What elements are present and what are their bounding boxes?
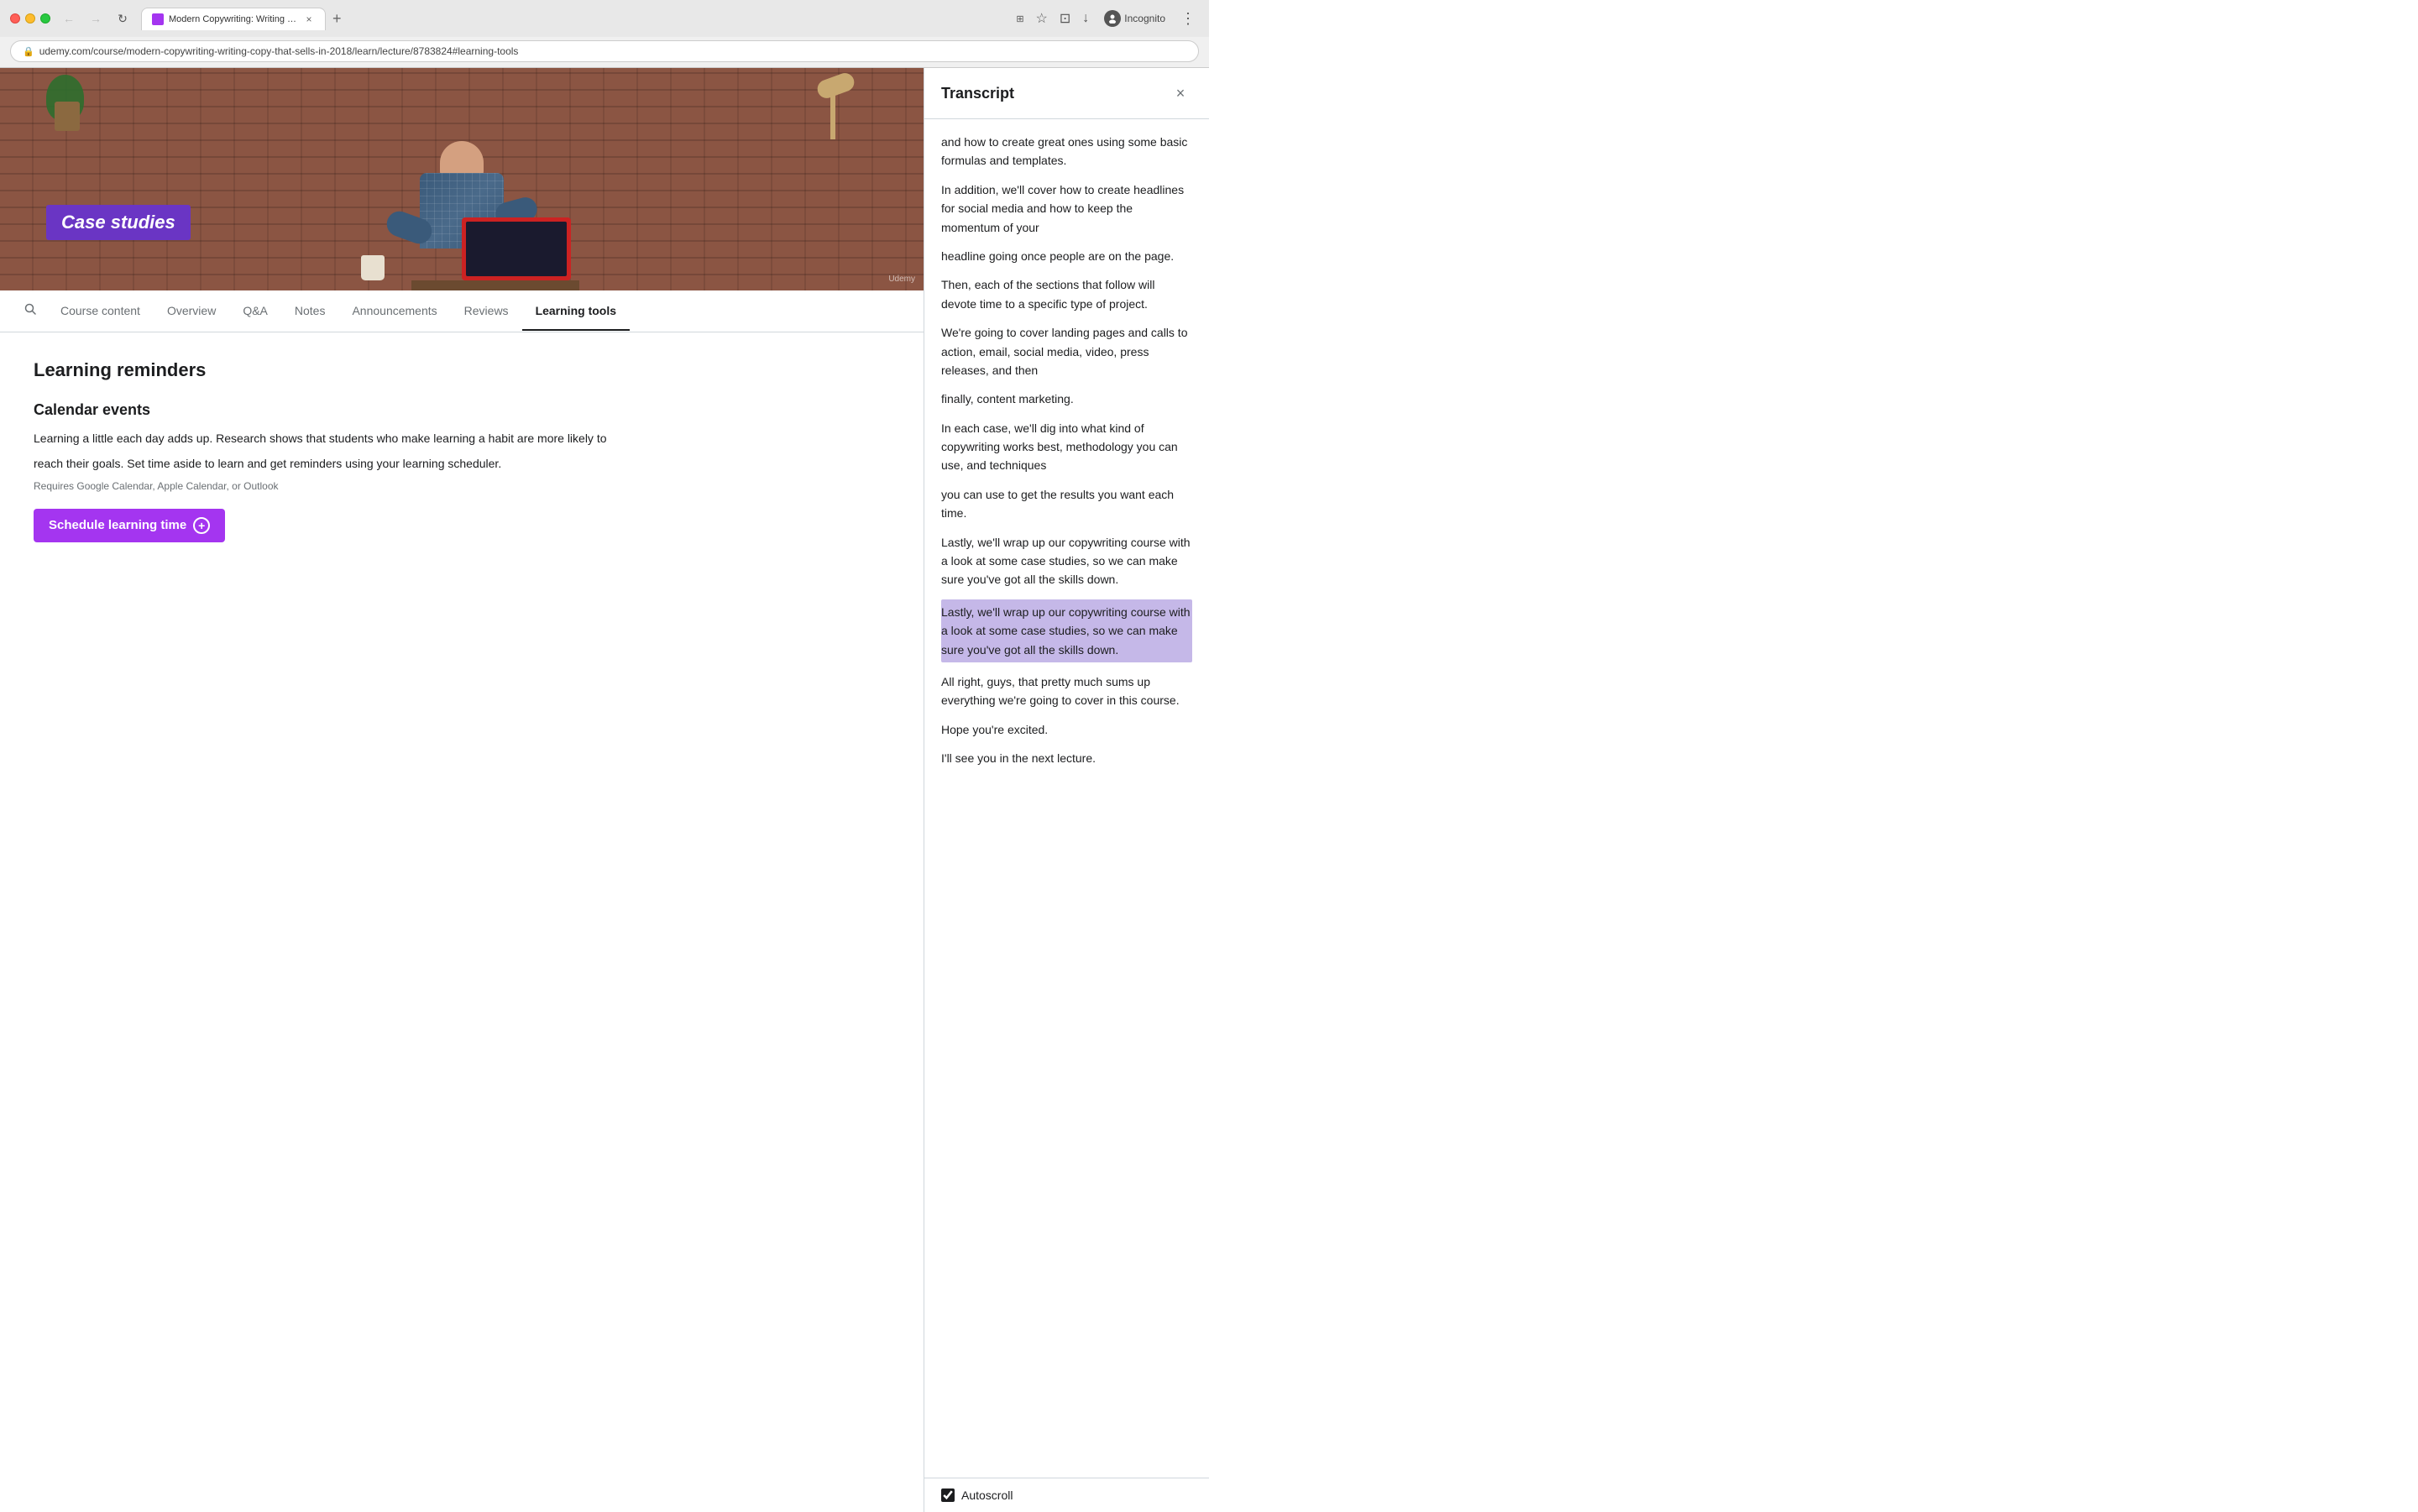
transcript-para-3: headline going once people are on the pa… [941, 247, 1192, 265]
transcript-close-button[interactable]: × [1169, 81, 1192, 105]
video-background [0, 68, 924, 290]
browser-menu-button[interactable]: ⋮ [1177, 10, 1199, 28]
lock-icon: 🔒 [23, 46, 34, 57]
calendar-events-title: Calendar events [34, 401, 890, 419]
browser-chrome: ← → ↻ Modern Copywriting: Writing c... ×… [0, 0, 1209, 68]
transcript-body[interactable]: and how to create great ones using some … [924, 119, 1209, 1478]
transcript-para-8: you can use to get the results you want … [941, 485, 1192, 523]
tab-reviews[interactable]: Reviews [451, 292, 522, 331]
nav-arrows-group: ← → ↻ [57, 7, 134, 30]
udemy-watermark: Udemy [888, 275, 915, 284]
tab-favicon [152, 13, 164, 25]
transcript-para-4: Then, each of the sections that follow w… [941, 275, 1192, 313]
page-content: Learning reminders Calendar events Learn… [0, 332, 924, 1512]
tab-title: Modern Copywriting: Writing c... [169, 14, 298, 24]
autoscroll-label[interactable]: Autoscroll [961, 1488, 1013, 1502]
laptop-body [462, 217, 571, 280]
transcript-para-6: finally, content marketing. [941, 390, 1192, 408]
maximize-window-button[interactable] [40, 13, 50, 24]
tab-course-content[interactable]: Course content [47, 292, 154, 331]
tab-overview[interactable]: Overview [154, 292, 229, 331]
autoscroll-checkbox[interactable] [941, 1488, 955, 1502]
transcript-para-1: and how to create great ones using some … [941, 133, 1192, 170]
active-tab[interactable]: Modern Copywriting: Writing c... × [141, 8, 326, 30]
transcript-panel: Transcript × and how to create great one… [924, 68, 1209, 1512]
incognito-icon [1104, 10, 1121, 27]
url-text: udemy.com/course/modern-copywriting-writ… [39, 45, 1186, 57]
case-studies-overlay: Case studies [46, 205, 191, 240]
browser-actions: ⊞ ☆ ⊡ ↓ Incognito ⋮ [1016, 7, 1199, 30]
transcript-header: Transcript × [924, 68, 1209, 119]
reload-button[interactable]: ↻ [111, 7, 134, 30]
tab-learning-tools[interactable]: Learning tools [522, 292, 630, 331]
extensions-icon: ⊞ [1016, 13, 1023, 24]
transcript-para-10-highlighted: Lastly, we'll wrap up our copywriting co… [941, 599, 1192, 662]
save-page-icon[interactable]: ↓ [1079, 11, 1092, 26]
traffic-lights [10, 13, 50, 24]
description-line1: Learning a little each day adds up. Rese… [34, 429, 890, 447]
new-tab-button[interactable]: + [326, 10, 348, 28]
back-button[interactable]: ← [57, 7, 81, 30]
schedule-learning-time-button[interactable]: Schedule learning time + [34, 509, 225, 542]
address-bar-row: 🔒 udemy.com/course/modern-copywriting-wr… [0, 37, 1209, 67]
tab-announcements[interactable]: Announcements [338, 292, 450, 331]
forward-button[interactable]: → [84, 7, 107, 30]
lamp-head [815, 71, 857, 101]
transcript-footer: Autoscroll [924, 1478, 1209, 1512]
plant-pot-body [55, 102, 80, 131]
video-player[interactable]: Case studies Udemy [0, 68, 924, 290]
browser-titlebar: ← → ↻ Modern Copywriting: Writing c... ×… [0, 0, 1209, 37]
extensions-menu-icon[interactable]: ⊡ [1056, 10, 1074, 27]
plus-circle-icon: + [193, 517, 210, 534]
case-studies-text: Case studies [61, 212, 175, 233]
tab-qa[interactable]: Q&A [229, 292, 281, 331]
transcript-para-13: I'll see you in the next lecture. [941, 749, 1192, 767]
close-window-button[interactable] [10, 13, 20, 24]
main-layout: Case studies Udemy Course content Overvi… [0, 68, 1209, 1512]
transcript-para-7: In each case, we'll dig into what kind o… [941, 419, 1192, 475]
search-tab-icon[interactable] [13, 290, 47, 332]
page-section-title: Learning reminders [34, 359, 890, 381]
requires-text: Requires Google Calendar, Apple Calendar… [34, 480, 890, 492]
transcript-para-9: Lastly, we'll wrap up our copywriting co… [941, 533, 1192, 589]
schedule-button-label: Schedule learning time [49, 518, 186, 532]
incognito-button[interactable]: Incognito [1097, 7, 1172, 30]
transcript-para-11: All right, guys, that pretty much sums u… [941, 672, 1192, 710]
incognito-label: Incognito [1124, 13, 1165, 24]
mug [361, 255, 385, 280]
transcript-title: Transcript [941, 85, 1014, 102]
transcript-para-5: We're going to cover landing pages and c… [941, 323, 1192, 379]
tab-close-button[interactable]: × [303, 13, 315, 25]
transcript-para-2: In addition, we'll cover how to create h… [941, 180, 1192, 237]
tab-notes[interactable]: Notes [281, 292, 339, 331]
transcript-para-12: Hope you're excited. [941, 720, 1192, 739]
navigation-tabs: Course content Overview Q&A Notes Announ… [0, 290, 924, 332]
desk-surface [411, 280, 579, 290]
minimize-window-button[interactable] [25, 13, 35, 24]
content-area: Case studies Udemy Course content Overvi… [0, 68, 924, 1512]
description-line2: reach their goals. Set time aside to lea… [34, 454, 890, 473]
bookmark-icon[interactable]: ☆ [1033, 10, 1051, 27]
address-bar[interactable]: 🔒 udemy.com/course/modern-copywriting-wr… [10, 40, 1199, 62]
tab-bar: Modern Copywriting: Writing c... × + [141, 8, 1009, 30]
